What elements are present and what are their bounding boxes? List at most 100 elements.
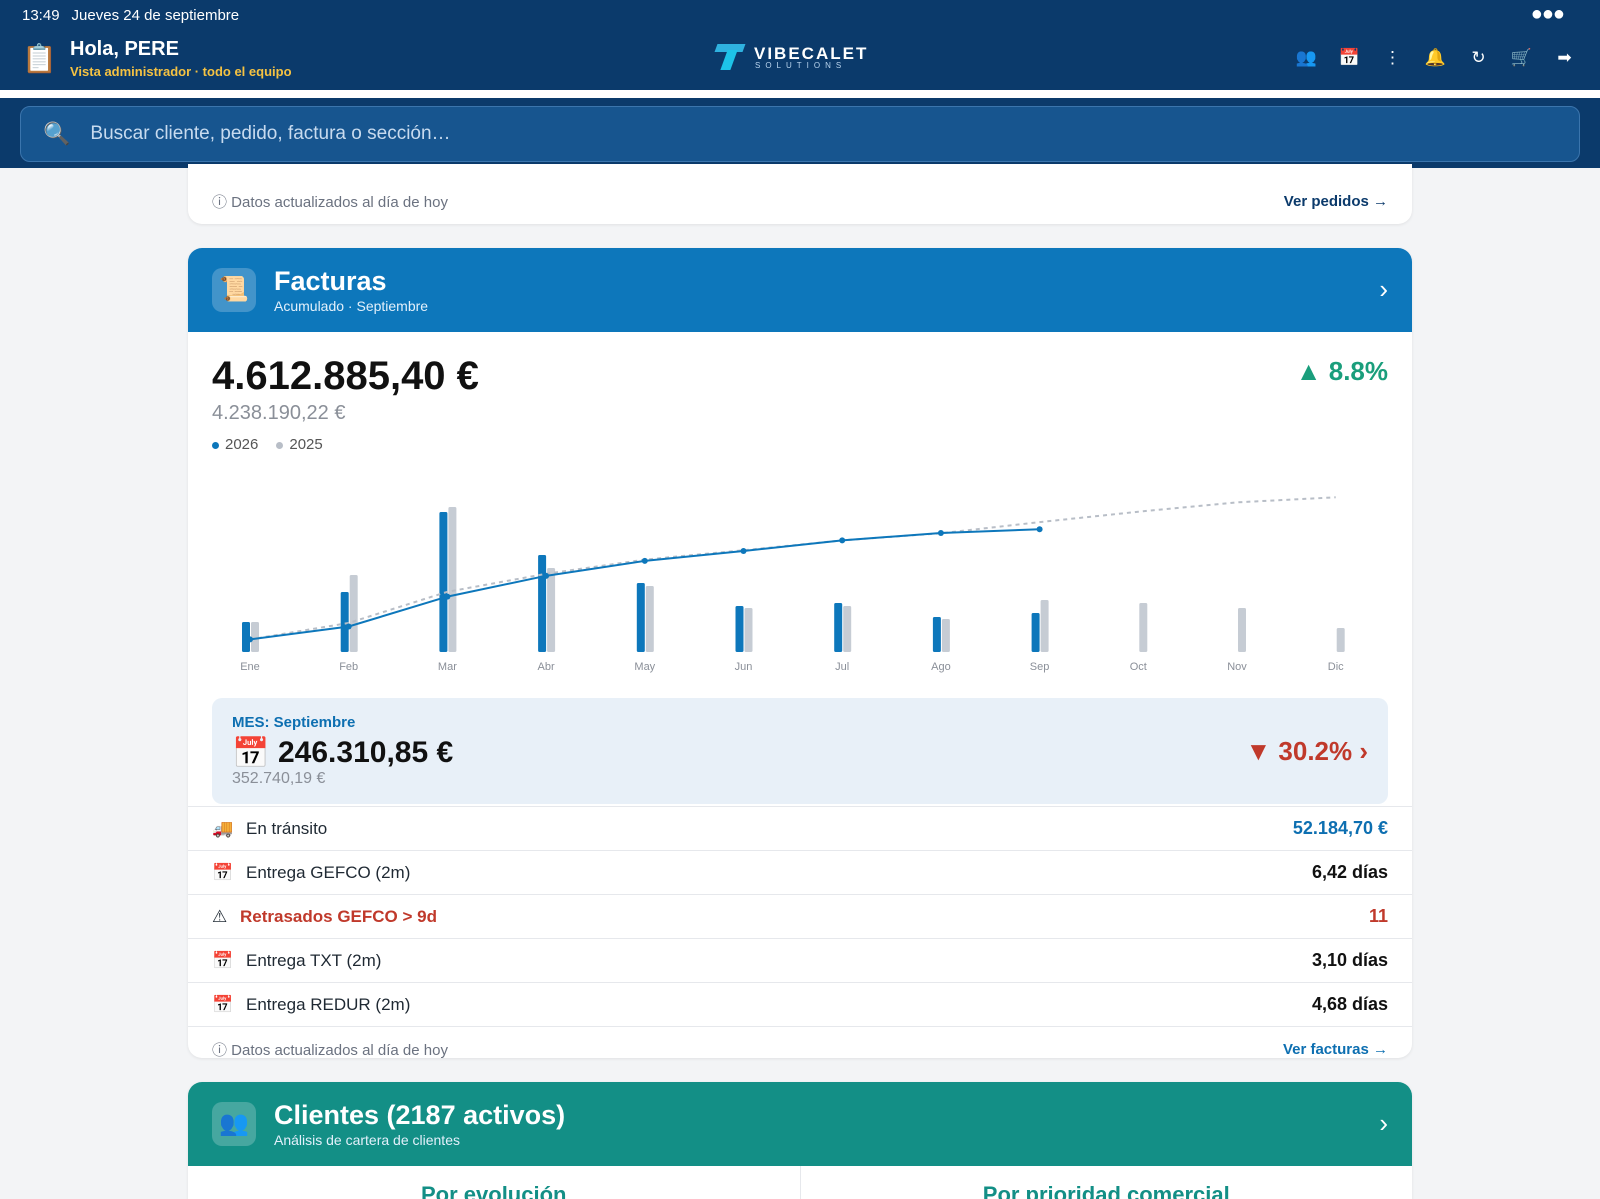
clientes-card: 👥 Clientes (2187 activos) Análisis de ca…	[188, 1082, 1412, 1199]
logout-icon[interactable]: ➡	[1543, 48, 1586, 68]
kpi-row-retrasados[interactable]: ⚠ Retrasados GEFCO > 9d 11	[188, 894, 1412, 938]
clientes-title: Clientes (2187 activos)	[274, 1100, 566, 1130]
brand-logo[interactable]: VIBECALET SOLUTIONS	[716, 44, 868, 70]
bar-2026-feb	[340, 592, 349, 652]
refresh-icon[interactable]: ↻	[1457, 48, 1500, 68]
users-icon: 👥	[212, 1102, 256, 1146]
legend-dot-2026	[212, 441, 219, 449]
search-band: 🔍 Buscar cliente, pedido, factura o secc…	[0, 90, 1600, 168]
month-label: MES: Septiembre	[232, 714, 356, 731]
kpi-value: 11	[1368, 906, 1388, 926]
pedidos-card: ⓘ Datos actualizados al día de hoy Ver p…	[188, 164, 1412, 224]
clientes-header[interactable]: 👥 Clientes (2187 activos) Análisis de ca…	[188, 1082, 1412, 1166]
x-tick-label: Ago	[931, 661, 951, 673]
kpi-row-transito[interactable]: 🚚 En tránsito 52.184,70 €	[188, 806, 1412, 850]
kpi-value: 6,42 días	[1311, 862, 1388, 882]
cumulative-point-2026-mar	[444, 593, 451, 600]
facturas-delta: ▲ 8.8%	[1295, 356, 1388, 386]
x-tick-label: Dic	[1328, 661, 1344, 673]
facturas-title: Facturas	[274, 266, 387, 296]
clientes-tabs: Por evolución Por prioridad comercial	[188, 1166, 1412, 1199]
header-toolbar: 👥 📅 ⋮ 🔔 ↻ 🛒 ➡	[1285, 48, 1586, 68]
bar-2025-jul	[843, 606, 852, 652]
logo-mark-icon	[716, 44, 744, 70]
bell-icon[interactable]: 🔔	[1414, 48, 1457, 68]
legend-label-2025: 2025	[289, 436, 323, 453]
chart-legend: 2026 2025	[212, 436, 341, 453]
bar-2025-dic	[1336, 628, 1345, 652]
kpi-value: 3,10 días	[1311, 950, 1388, 970]
ver-pedidos-link[interactable]: Ver pedidos →	[1284, 193, 1388, 210]
bar-2026-jul	[834, 603, 843, 652]
search-input[interactable]: 🔍 Buscar cliente, pedido, factura o secc…	[20, 106, 1580, 162]
x-tick-label: Abr	[538, 661, 555, 673]
chevron-right-icon[interactable]: ›	[1379, 1108, 1388, 1139]
x-tick-label: Jul	[835, 661, 849, 673]
facturas-subtitle: Acumulado · Septiembre	[274, 298, 429, 314]
tab-por-prioridad[interactable]: Por prioridad comercial	[799, 1166, 1413, 1199]
bar-2026-mar	[439, 512, 448, 652]
legend-2025: 2025	[276, 436, 323, 453]
x-tick-label: Jun	[735, 661, 753, 673]
month-delta[interactable]: ▼ 30.2% ›	[1245, 736, 1368, 767]
facturas-footer: ⓘ Datos actualizados al día de hoy Ver f…	[188, 1026, 1412, 1058]
calendar-icon: 📅	[212, 994, 234, 1014]
cumulative-point-2026-may	[641, 557, 648, 564]
bar-2025-ene	[251, 622, 259, 652]
facturas-totals: 4.612.885,40 € 4.238.190,22 € 2026 2025 …	[188, 332, 1412, 472]
more-options-icon[interactable]: ●●●	[1531, 3, 1565, 26]
truck-icon: 🚚	[212, 818, 234, 838]
facturas-card: 📜 Facturas Acumulado · Septiembre › 4.61…	[188, 248, 1412, 1058]
bar-2026-jun	[735, 606, 744, 652]
clipboard-icon: 📋	[22, 43, 57, 74]
pedidos-updated-note: ⓘ Datos actualizados al día de hoy	[212, 193, 448, 211]
search-icon: 🔍	[43, 121, 71, 146]
app-header: 13:49 Jueves 24 de septiembre ●●● 📋 Hola,…	[0, 0, 1600, 90]
month-value: 246.310,85 €	[278, 736, 454, 769]
calendar-icon: 📅	[212, 862, 234, 882]
pedidos-footer: ⓘ Datos actualizados al día de hoy Ver p…	[188, 178, 1412, 224]
greeting-title: Hola, PERE	[70, 38, 179, 60]
facturas-header[interactable]: 📜 Facturas Acumulado · Septiembre ›	[188, 248, 1412, 332]
cart-icon[interactable]: 🛒	[1500, 48, 1543, 68]
cumulative-point-2026-abr	[543, 572, 550, 579]
kpi-label: En tránsito	[246, 818, 328, 838]
kpi-row-gefco[interactable]: 📅 Entrega GEFCO (2m) 6,42 días	[188, 850, 1412, 894]
cumulative-point-2026-jun	[740, 548, 747, 554]
x-tick-label: Ene	[240, 661, 260, 673]
kpi-list: 🚚 En tránsito 52.184,70 € 📅 Entrega GEFC…	[188, 806, 1412, 1026]
calendar-icon[interactable]: 📅	[1328, 48, 1371, 68]
x-tick-label: Mar	[438, 661, 457, 673]
chevron-right-icon[interactable]: ›	[1379, 274, 1388, 305]
month-summary[interactable]: MES: Septiembre 📅 246.310,85 € 352.740,1…	[212, 698, 1388, 804]
kpi-row-txt[interactable]: 📅 Entrega TXT (2m) 3,10 días	[188, 938, 1412, 982]
kpi-label: Entrega REDUR (2m)	[246, 994, 411, 1014]
bar-2026-sep	[1031, 613, 1040, 652]
bar-2025-abr	[547, 568, 556, 652]
kpi-label: Retrasados GEFCO > 9d	[240, 906, 437, 926]
greeting-subtitle: Vista administrador · todo el equipo	[70, 64, 292, 79]
status-date: Jueves 24 de septiembre	[71, 7, 240, 24]
ver-facturas-link[interactable]: Ver facturas →	[1283, 1041, 1388, 1058]
warning-icon: ⚠	[212, 906, 228, 926]
bar-2025-nov	[1238, 608, 1246, 652]
kpi-value: 4,68 días	[1311, 994, 1388, 1014]
x-tick-label: Nov	[1227, 661, 1247, 673]
x-tick-label: Sep	[1030, 661, 1050, 673]
kebab-menu-icon[interactable]: ⋮	[1371, 48, 1414, 68]
bar-2026-ago	[932, 617, 941, 652]
search-placeholder: Buscar cliente, pedido, factura o secció…	[90, 123, 451, 144]
users-icon[interactable]: 👥	[1285, 48, 1328, 68]
bar-2025-mar	[448, 507, 457, 652]
brand-tagline: SOLUTIONS	[755, 60, 847, 70]
bar-2025-ago	[941, 619, 950, 652]
kpi-label: Entrega GEFCO (2m)	[246, 862, 411, 882]
month-prev: 352.740,19 €	[232, 770, 326, 787]
kpi-row-redur[interactable]: 📅 Entrega REDUR (2m) 4,68 días	[188, 982, 1412, 1026]
legend-dot-2025	[276, 441, 284, 449]
status-bar: 13:49 Jueves 24 de septiembre	[22, 7, 239, 24]
tab-por-evolucion[interactable]: Por evolución	[188, 1166, 800, 1199]
clientes-subtitle: Análisis de cartera de clientes	[274, 1132, 460, 1148]
calendar-icon: 📅	[232, 737, 270, 770]
kpi-value: 52.184,70 €	[1292, 818, 1388, 838]
